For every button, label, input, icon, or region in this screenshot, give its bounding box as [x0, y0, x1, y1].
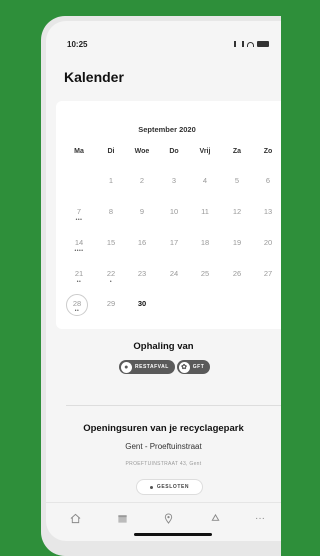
nav-home[interactable]	[66, 510, 84, 526]
status-badge-label: GESLOTEN	[156, 484, 190, 490]
nav-calendar[interactable]	[113, 510, 131, 526]
battery-icon	[257, 41, 269, 47]
calendar-day[interactable]: 1	[101, 176, 121, 185]
calendar-day[interactable]: 21	[69, 269, 89, 278]
calendar-day[interactable]: 29	[101, 299, 121, 308]
calendar-day[interactable]: 27	[258, 269, 278, 278]
nav-location[interactable]	[159, 510, 177, 526]
calendar-day[interactable]: 24	[164, 269, 184, 278]
page-title: Kalender	[64, 69, 124, 85]
calendar-day[interactable]: 18	[195, 238, 215, 247]
trash-bag-icon: ●	[121, 361, 132, 373]
collection-dots: •••	[75, 217, 83, 223]
weekday-label: Vrij	[199, 148, 211, 155]
status-icons	[234, 41, 269, 47]
section-divider	[66, 405, 281, 406]
waste-pill-gft[interactable]: ✿ GFT	[176, 360, 211, 374]
calendar-day[interactable]: 6	[258, 176, 278, 185]
recyclagepark-address: PROEFTUINSTRAAT 43, Gent	[125, 461, 202, 467]
calendar-day[interactable]: 7	[69, 207, 89, 216]
calendar-day[interactable]: 10	[164, 207, 184, 216]
calendar-day[interactable]: 16	[132, 238, 152, 247]
waste-pill-label: RESTAFVAL	[135, 364, 169, 370]
calendar-day[interactable]: 30	[132, 299, 152, 308]
calendar-day[interactable]: 5	[227, 176, 247, 185]
calendar-day[interactable]: 14	[69, 238, 89, 247]
weekday-label: Do	[169, 148, 179, 155]
calendar-day[interactable]: 13	[258, 207, 278, 216]
phone-frame: 10:25 Kalender September 2020 Ma Di Woe …	[41, 16, 281, 556]
home-icon	[70, 513, 80, 523]
calendar-day[interactable]: 17	[164, 238, 184, 247]
collection-dots: ••	[76, 279, 82, 285]
waste-type-pills: ● RESTAFVAL ✿ GFT	[119, 360, 211, 374]
calendar-day[interactable]: 2	[132, 176, 152, 185]
calendar-day[interactable]: 12	[227, 207, 247, 216]
calendar-day[interactable]: 11	[195, 207, 215, 216]
calendar-day[interactable]: 4	[195, 176, 215, 185]
recyclagepark-location[interactable]: Gent - Proeftuinstraat	[46, 442, 281, 451]
calendar-day[interactable]: 15	[101, 238, 121, 247]
weekday-label: Zo	[263, 148, 273, 155]
collection-dots: ••••	[74, 248, 84, 254]
leaf-icon: ✿	[178, 361, 190, 373]
nav-more[interactable]: ···	[251, 510, 269, 526]
collection-dots: •	[109, 279, 113, 285]
weekday-label: Woe	[134, 148, 150, 155]
signal-icon	[234, 41, 244, 47]
nav-recycle[interactable]	[206, 510, 224, 526]
calendar-day[interactable]: 20	[258, 238, 278, 247]
waste-pill-restafval[interactable]: ● RESTAFVAL	[119, 360, 175, 374]
weekday-label: Ma	[74, 148, 84, 155]
home-indicator	[134, 533, 212, 536]
status-time: 10:25	[67, 40, 88, 49]
more-icon: ···	[255, 512, 265, 524]
calendar-card: September 2020 Ma Di Woe Do Vrij Za Zo 1…	[56, 101, 281, 329]
weekday-label: Za	[232, 148, 242, 155]
calendar-day[interactable]: 23	[132, 269, 152, 278]
app-screen: 10:25 Kalender September 2020 Ma Di Woe …	[46, 21, 281, 541]
calendar-day[interactable]: 3	[164, 176, 184, 185]
calendar-day[interactable]: 25	[195, 269, 215, 278]
status-badge: GESLOTEN	[136, 479, 203, 495]
calendar-icon	[117, 514, 127, 523]
calendar-month: September 2020	[138, 125, 196, 134]
calendar-day[interactable]: 26	[227, 269, 247, 278]
wifi-icon	[247, 41, 254, 47]
calendar-day[interactable]: 19	[227, 238, 247, 247]
calendar-day[interactable]: 9	[132, 207, 152, 216]
ophaling-title: Ophaling van	[133, 341, 194, 352]
recycle-icon	[210, 513, 220, 521]
map-pin-icon	[164, 513, 172, 524]
recyclagepark-title: Openingsuren van je recyclagepark	[83, 423, 244, 434]
calendar-day[interactable]: 28	[67, 299, 87, 308]
status-dot-icon	[149, 485, 153, 489]
nav-divider	[46, 502, 281, 503]
bottom-nav: ···	[46, 510, 281, 530]
waste-pill-label: GFT	[192, 364, 205, 370]
collection-dots: ••	[74, 308, 80, 314]
calendar-day[interactable]: 22	[101, 269, 121, 278]
calendar-day[interactable]: 8	[101, 207, 121, 216]
weekday-label: Di	[107, 148, 115, 155]
